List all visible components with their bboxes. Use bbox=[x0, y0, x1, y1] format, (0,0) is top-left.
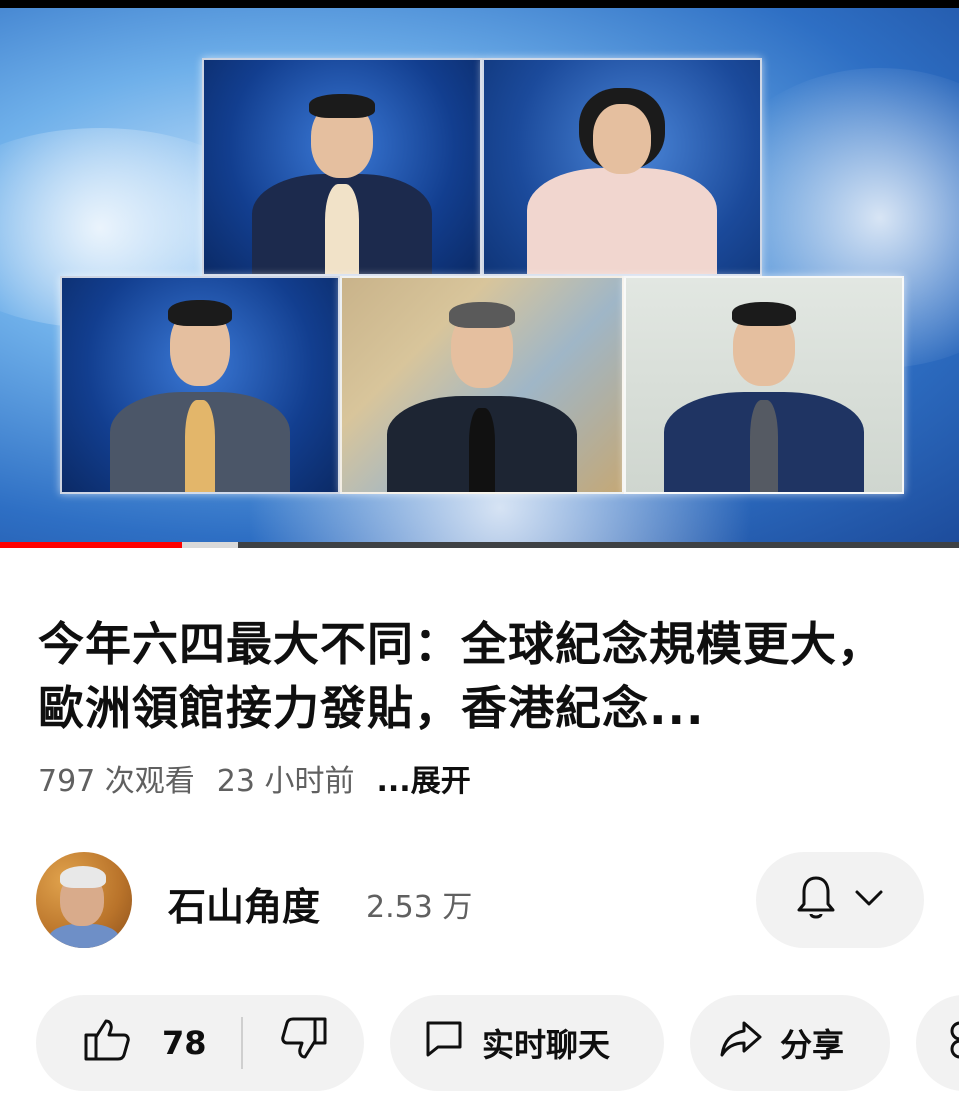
action-bar: 78 实时聊天 分享 bbox=[36, 995, 959, 1091]
video-meta[interactable]: 797 次观看 23 小时前 ...展开 bbox=[38, 756, 493, 800]
channel-row: 石山角度 2.53 万 bbox=[36, 852, 926, 948]
upload-age: 23 小时前 bbox=[216, 764, 355, 799]
channel-avatar[interactable] bbox=[36, 852, 132, 948]
share-button[interactable]: 分享 bbox=[690, 995, 890, 1091]
video-title[interactable]: 今年六四最大不同：全球紀念規模更大，歐洲領館接力發貼，香港紀念... bbox=[38, 612, 928, 740]
person-hair bbox=[309, 94, 375, 118]
expand-description-button[interactable]: ...展开 bbox=[377, 756, 471, 800]
person-hair bbox=[168, 300, 232, 326]
pill-divider bbox=[240, 1017, 243, 1069]
person-hair bbox=[449, 302, 515, 328]
more-actions-button[interactable] bbox=[916, 995, 959, 1091]
thumbs-up-icon bbox=[84, 1017, 130, 1069]
person-tie bbox=[750, 400, 778, 492]
person-tie bbox=[185, 400, 215, 492]
video-panel-guest3 bbox=[340, 276, 624, 494]
person-hair bbox=[732, 302, 796, 326]
like-count: 78 bbox=[162, 1024, 207, 1062]
subscriber-count: 2.53 万 bbox=[366, 890, 473, 925]
like-button[interactable]: 78 bbox=[84, 1017, 207, 1069]
chat-icon bbox=[424, 1019, 464, 1067]
person-tie bbox=[325, 184, 359, 274]
dislike-button[interactable] bbox=[280, 1017, 327, 1069]
notification-settings-button[interactable] bbox=[756, 852, 924, 948]
progress-bar-played[interactable] bbox=[0, 542, 182, 548]
live-chat-label: 实时聊天 bbox=[482, 1026, 611, 1064]
person-tie bbox=[469, 408, 495, 492]
share-icon bbox=[720, 1021, 762, 1065]
person-head bbox=[593, 104, 651, 174]
bell-icon bbox=[796, 874, 836, 926]
channel-name[interactable]: 石山角度 bbox=[168, 876, 320, 931]
video-panel-guest2 bbox=[60, 276, 340, 494]
partial-icon bbox=[946, 1019, 959, 1067]
video-player[interactable] bbox=[0, 8, 959, 542]
person-jacket bbox=[527, 168, 717, 274]
video-panel-guest4 bbox=[624, 276, 904, 494]
video-panel-host bbox=[202, 58, 482, 276]
share-label: 分享 bbox=[780, 1026, 845, 1064]
like-dislike-group: 78 bbox=[36, 995, 364, 1091]
live-chat-button[interactable]: 实时聊天 bbox=[390, 995, 664, 1091]
thumbs-down-icon bbox=[280, 1017, 327, 1069]
chevron-down-icon bbox=[854, 888, 884, 912]
view-count: 797 次观看 bbox=[38, 764, 195, 799]
status-strip bbox=[0, 0, 959, 8]
video-panel-guest1 bbox=[482, 58, 762, 276]
